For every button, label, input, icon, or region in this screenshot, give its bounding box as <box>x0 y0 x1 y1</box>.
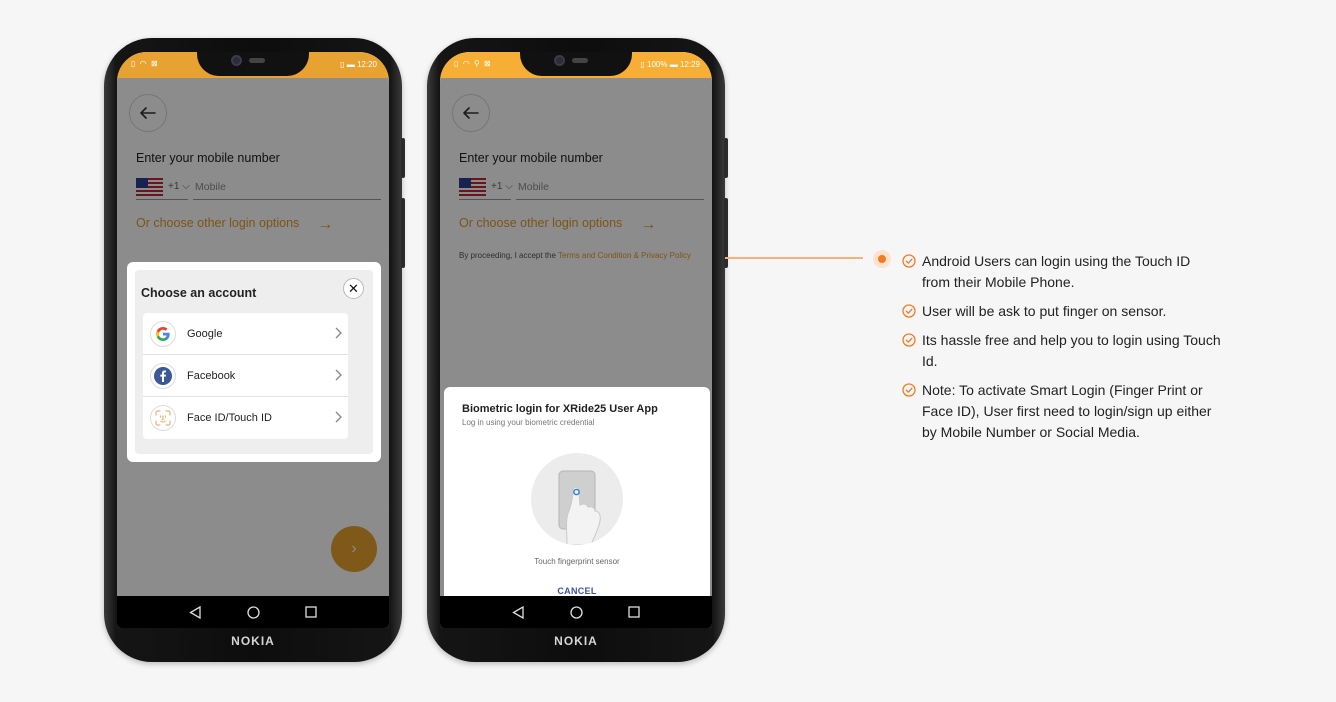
nav-bar <box>117 596 389 628</box>
feature-text: Android Users can login using the Touch … <box>922 253 1191 290</box>
account-label: Face ID/Touch ID <box>187 412 272 424</box>
screen: Enter your mobile number +1 ⌵ Mobile Or … <box>117 52 389 628</box>
battery-percent: 100% <box>647 60 668 69</box>
biometric-caption: Touch fingerprint sensor <box>534 557 620 566</box>
check-circle-icon <box>902 304 916 318</box>
phone-left: Enter your mobile number +1 ⌵ Mobile Or … <box>104 38 405 662</box>
login-screen: Enter your mobile number +1 ⌵ Mobile Or … <box>117 78 389 596</box>
biometric-title: Biometric login for XRide25 User App <box>462 403 658 415</box>
close-icon: ✕ <box>348 280 359 296</box>
nav-bar <box>440 596 712 628</box>
biometric-prompt-sheet: Biometric login for XRide25 User App Log… <box>444 387 710 613</box>
account-chooser-dialog: Choose an account ✕ Google Facebook Face… <box>127 262 381 462</box>
callout-connector-line <box>725 257 863 259</box>
feature-text: Note: To activate Smart Login (Finger Pr… <box>922 382 1212 440</box>
phone-brand: NOKIA <box>231 634 275 648</box>
camera-icon <box>554 55 565 66</box>
volume-button <box>724 138 728 178</box>
facebook-icon <box>150 362 176 389</box>
feature-item: User will be ask to put finger on sensor… <box>902 301 1222 322</box>
status-icons: ▯ ◠ ⚲ ⊠ <box>454 59 492 68</box>
nav-recents-icon[interactable] <box>627 605 641 619</box>
face-id-icon <box>150 405 176 431</box>
login-screen: Enter your mobile number +1 ⌵ Mobile Or … <box>440 78 712 613</box>
close-button[interactable]: ✕ <box>343 278 364 299</box>
chevron-right-icon <box>335 369 342 381</box>
phone-brand: NOKIA <box>554 634 598 648</box>
status-bar: ▯ ◠ ⚲ ⊠ ▯ 100% ▬ 12:29 <box>440 52 712 78</box>
notch <box>197 52 309 76</box>
status-icons: ▯ ◠ ⊠ <box>131 59 159 68</box>
status-right: ▯ 100% ▬ 12:29 <box>640 60 700 69</box>
google-icon <box>150 320 176 347</box>
nav-back-icon[interactable] <box>511 605 525 619</box>
feature-item: Its hassle free and help you to login us… <box>902 330 1222 372</box>
phone-right: Enter your mobile number +1 ⌵ Mobile Or … <box>427 38 728 662</box>
nav-recents-icon[interactable] <box>304 605 318 619</box>
chevron-right-icon <box>335 327 342 339</box>
account-option-google[interactable]: Google <box>143 313 348 355</box>
biometric-subtitle: Log in using your biometric credential <box>462 418 595 427</box>
vibrate-icon: ▯ <box>340 60 345 69</box>
feature-text: Its hassle free and help you to login us… <box>922 332 1221 369</box>
power-button <box>401 198 405 268</box>
check-circle-icon <box>902 254 916 268</box>
nav-back-icon[interactable] <box>188 605 202 619</box>
notch <box>520 52 632 76</box>
chevron-right-icon <box>335 411 342 423</box>
cancel-button[interactable]: CANCEL <box>444 586 710 596</box>
feature-item: Android Users can login using the Touch … <box>902 251 1222 293</box>
fingerprint-sensor-icon[interactable] <box>531 453 623 545</box>
volume-button <box>401 138 405 178</box>
status-right: ▯ ▬ 12:20 <box>340 60 377 69</box>
battery-icon: ▬ <box>669 60 678 69</box>
callout-dot-icon <box>873 250 891 268</box>
account-label: Google <box>187 327 223 340</box>
account-option-face-id[interactable]: Face ID/Touch ID <box>143 397 348 439</box>
battery-icon: ▬ <box>346 60 355 69</box>
feature-text: User will be ask to put finger on sensor… <box>922 303 1167 319</box>
status-time: 12:20 <box>356 60 377 69</box>
account-option-facebook[interactable]: Facebook <box>143 355 348 397</box>
camera-icon <box>231 55 242 66</box>
nav-home-icon[interactable] <box>246 605 260 619</box>
nav-home-icon[interactable] <box>569 605 583 619</box>
check-circle-icon <box>902 383 916 397</box>
account-list: Google Facebook Face ID/Touch ID <box>143 313 348 439</box>
feature-item: Note: To activate Smart Login (Finger Pr… <box>902 380 1222 443</box>
status-time: 12:29 <box>679 60 700 69</box>
screen: Enter your mobile number +1 ⌵ Mobile Or … <box>440 52 712 628</box>
feature-list: Android Users can login using the Touch … <box>902 251 1222 451</box>
chooser-title: Choose an account <box>141 286 257 300</box>
vibrate-icon: ▯ <box>640 60 645 69</box>
check-circle-icon <box>902 333 916 347</box>
account-label: Facebook <box>187 369 236 382</box>
status-bar: ▯ ◠ ⊠ ▯ ▬ 12:20 <box>117 52 389 78</box>
